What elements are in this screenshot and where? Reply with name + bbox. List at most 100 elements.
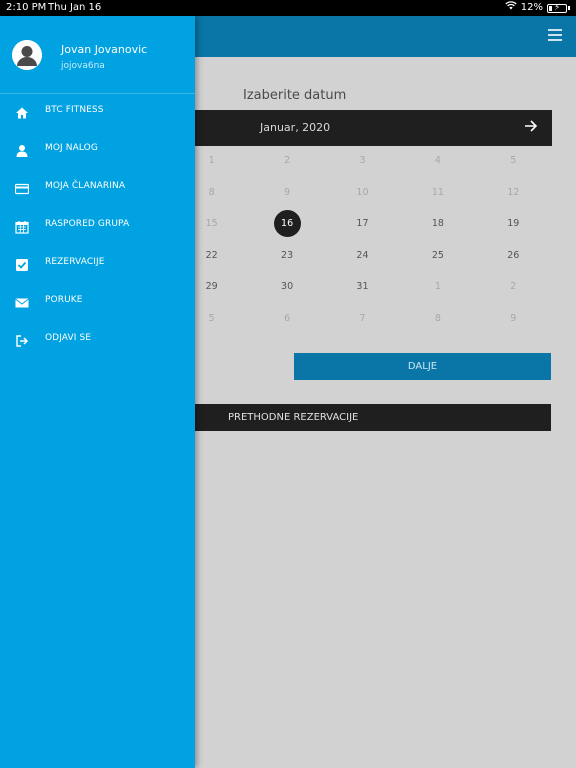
calendar-day-label: 12 — [507, 186, 520, 198]
calendar-day-label: 2 — [510, 281, 517, 292]
next-month-arrow-icon[interactable] — [524, 118, 538, 137]
calendar-day-label: 10 — [356, 186, 369, 198]
navigation-drawer: Jovan Jovanovic jojova6na BTC FITNESS MO… — [0, 16, 195, 768]
calendar-day: 4 — [400, 153, 475, 185]
calendar-day-label: 8 — [208, 186, 215, 198]
wifi-icon — [505, 0, 517, 16]
avatar — [12, 40, 42, 70]
calendar-week-row: 1 2 3 4 5 — [174, 153, 551, 185]
hamburger-menu-icon[interactable] — [548, 29, 562, 41]
calendar-day[interactable]: 26 — [476, 248, 551, 280]
calendar-day: 3 — [325, 153, 400, 185]
menu-item-odjavi-se[interactable]: ODJAVI SE — [0, 321, 195, 359]
status-time: 2:10 PM — [6, 2, 47, 13]
menu-item-label: PORUKE — [45, 295, 83, 305]
calendar-day-selected[interactable]: 16 — [249, 210, 324, 248]
calendar-day: 9 — [476, 311, 551, 343]
calendar-day-label: 30 — [281, 281, 294, 292]
calendar-week-row: 15 16 17 18 19 — [174, 210, 551, 248]
status-date: Thu Jan 16 — [48, 2, 102, 13]
calendar-day[interactable]: 19 — [476, 216, 551, 248]
calendar-title: Izaberite datum — [243, 88, 347, 103]
calendar-day: 11 — [400, 185, 475, 217]
calendar-day-label: 18 — [431, 218, 444, 229]
next-button[interactable]: DALJE — [294, 353, 551, 380]
calendar-day-label: 1 — [434, 281, 441, 292]
previous-reservations-label: PRETHODNE REZERVACIJE — [228, 412, 359, 423]
calendar-day-label: 23 — [281, 249, 294, 261]
battery-icon: ⚡ — [547, 3, 567, 13]
calendar-day[interactable]: 17 — [325, 216, 400, 248]
calendar-day-label: 31 — [356, 281, 369, 292]
drawer-profile: Jovan Jovanovic jojova6na — [0, 16, 195, 94]
calendar-month: Januar, 2020 — [260, 121, 331, 134]
calendar-day-label: 8 — [434, 312, 441, 324]
home-icon — [15, 105, 29, 119]
calendar-day: 2 — [249, 153, 324, 185]
menu-item-label: MOJA ČLANARINA — [45, 181, 126, 191]
calendar-week-row: 5 6 7 8 9 — [174, 311, 551, 343]
calendar-day-label: 24 — [356, 249, 369, 261]
calendar-day-label: 6 — [284, 312, 291, 324]
calendar-day-label: 25 — [431, 249, 444, 261]
menu-item-label: RASPORED GRUPA — [45, 219, 130, 229]
menu-item-label: MOJ NALOG — [45, 143, 98, 153]
calendar-day: 1 — [400, 279, 475, 311]
calendar-day-label: 11 — [431, 186, 444, 198]
calendar-day[interactable]: 24 — [325, 248, 400, 280]
calendar-day: 6 — [249, 311, 324, 343]
drawer-menu: BTC FITNESS MOJ NALOG MOJA ČLANARINA RAS… — [0, 93, 195, 359]
calendar-day-label: 7 — [359, 312, 366, 324]
calendar-day-label: 5 — [510, 155, 517, 166]
calendar-day-label: 3 — [359, 155, 366, 166]
menu-item-rezervacije[interactable]: REZERVACIJE — [0, 245, 195, 283]
calendar-day: 8 — [400, 311, 475, 343]
menu-item-moj-nalog[interactable]: MOJ NALOG — [0, 131, 195, 169]
calendar-day-label: 29 — [205, 281, 218, 292]
calendar-day-label: 15 — [205, 218, 218, 229]
calendar-day: 10 — [325, 185, 400, 217]
calendar-week-row: 22 23 24 25 26 — [174, 248, 551, 280]
calendar-day[interactable]: 31 — [325, 279, 400, 311]
menu-item-raspored-grupa[interactable]: RASPORED GRUPA — [0, 207, 195, 245]
menu-item-label: REZERVACIJE — [45, 257, 105, 267]
calendar-day-label: 9 — [284, 186, 291, 198]
envelope-icon — [15, 295, 29, 309]
status-right: 12% ⚡ — [505, 0, 570, 16]
calendar-day: 2 — [476, 279, 551, 311]
calendar-day: 12 — [476, 185, 551, 217]
calendar-day-label: 26 — [507, 249, 520, 261]
calendar-day-label: 5 — [208, 312, 215, 324]
calendar-day[interactable]: 23 — [249, 248, 324, 280]
check-square-icon — [15, 257, 29, 271]
calendar-day-label: 22 — [205, 249, 218, 261]
menu-item-poruke[interactable]: PORUKE — [0, 283, 195, 321]
user-name: Jovan Jovanovic — [61, 43, 148, 56]
calendar-icon — [15, 219, 29, 234]
calendar-week-row: 8 9 10 11 12 — [174, 185, 551, 217]
calendar-day-label: 4 — [434, 155, 441, 166]
calendar-day-label: 16 — [273, 210, 301, 237]
calendar-week-row: 29 30 31 1 2 — [174, 279, 551, 311]
calendar-day[interactable]: 18 — [400, 216, 475, 248]
calendar-grid: 1 2 3 4 5 8 9 10 11 12 15 16 17 18 19 22 23 24 25 26 29 30 31 1… — [174, 153, 551, 342]
calendar-day: 7 — [325, 311, 400, 343]
menu-item-label: BTC FITNESS — [45, 105, 104, 115]
calendar-day[interactable]: 25 — [400, 248, 475, 280]
battery-percent: 12% — [520, 2, 543, 13]
credit-card-icon — [14, 181, 30, 195]
sign-out-icon — [15, 333, 29, 347]
status-bar: 2:10 PM Thu Jan 16 12% ⚡ — [0, 0, 576, 16]
calendar-day-label: 17 — [356, 218, 369, 229]
calendar-day[interactable]: 30 — [249, 279, 324, 311]
user-handle: jojova6na — [61, 61, 105, 71]
calendar-day-label: 19 — [507, 218, 520, 229]
user-icon — [15, 143, 29, 157]
menu-item-moja-clanarina[interactable]: MOJA ČLANARINA — [0, 169, 195, 207]
calendar-day-label: 1 — [208, 155, 215, 166]
calendar-day: 5 — [476, 153, 551, 185]
calendar-day-label: 9 — [510, 312, 517, 324]
calendar-day-label: 2 — [284, 155, 291, 166]
menu-item-btc-fitness[interactable]: BTC FITNESS — [0, 93, 195, 131]
menu-item-label: ODJAVI SE — [45, 333, 92, 343]
